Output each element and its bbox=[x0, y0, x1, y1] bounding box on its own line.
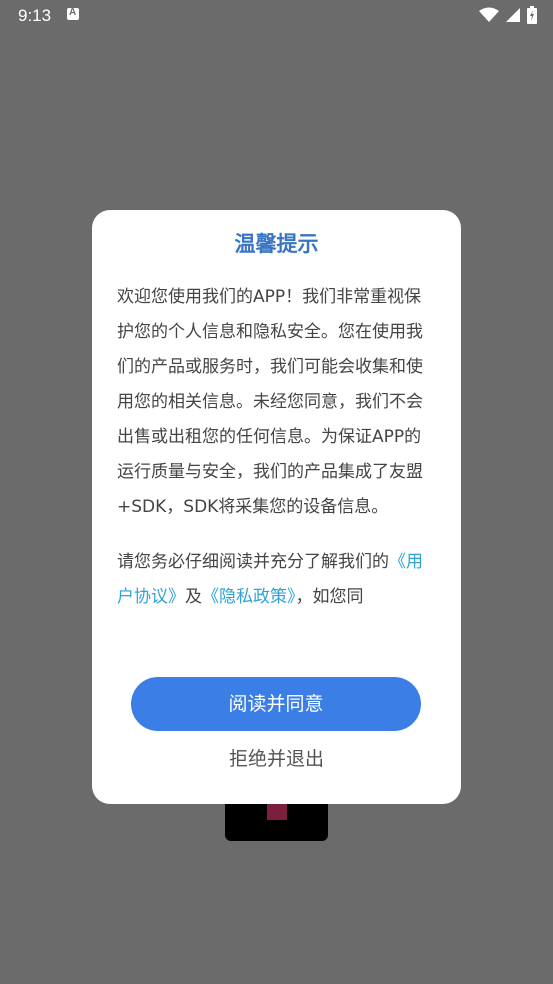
refuse-button[interactable]: 拒绝并退出 bbox=[92, 744, 461, 774]
a-notification-icon bbox=[67, 7, 79, 20]
and-text: 及 bbox=[185, 587, 202, 607]
wifi-icon bbox=[479, 7, 499, 22]
agree-button[interactable]: 阅读并同意 bbox=[131, 677, 421, 731]
status-time: 9:13 bbox=[18, 6, 52, 25]
status-bar: 9:13 bbox=[0, 0, 553, 32]
dialog-title: 温馨提示 bbox=[234, 232, 319, 256]
privacy-dialog: 温馨提示 欢迎您使用我们的APP！我们非常重视保护您的个人信息和隐私安全。您在使… bbox=[92, 210, 461, 804]
agreement-tail: ，如您同 bbox=[295, 587, 364, 607]
signal-icon bbox=[506, 8, 520, 22]
privacy-policy-link[interactable]: 《隐私政策》 bbox=[202, 587, 296, 607]
dialog-content[interactable]: 欢迎您使用我们的APP！我们非常重视保护您的个人信息和隐私安全。您在使用我们的产… bbox=[117, 280, 437, 640]
battery-icon bbox=[527, 6, 537, 24]
intro-paragraph: 欢迎您使用我们的APP！我们非常重视保护您的个人信息和隐私安全。您在使用我们的产… bbox=[117, 287, 423, 517]
agreement-paragraph: 请您务必仔细阅读并充分了解我们的《用户协议》及《隐私政策》，如您同 bbox=[117, 545, 437, 615]
agreement-intro: 请您务必仔细阅读并充分了解我们的 bbox=[117, 552, 389, 572]
status-icons bbox=[479, 6, 537, 24]
